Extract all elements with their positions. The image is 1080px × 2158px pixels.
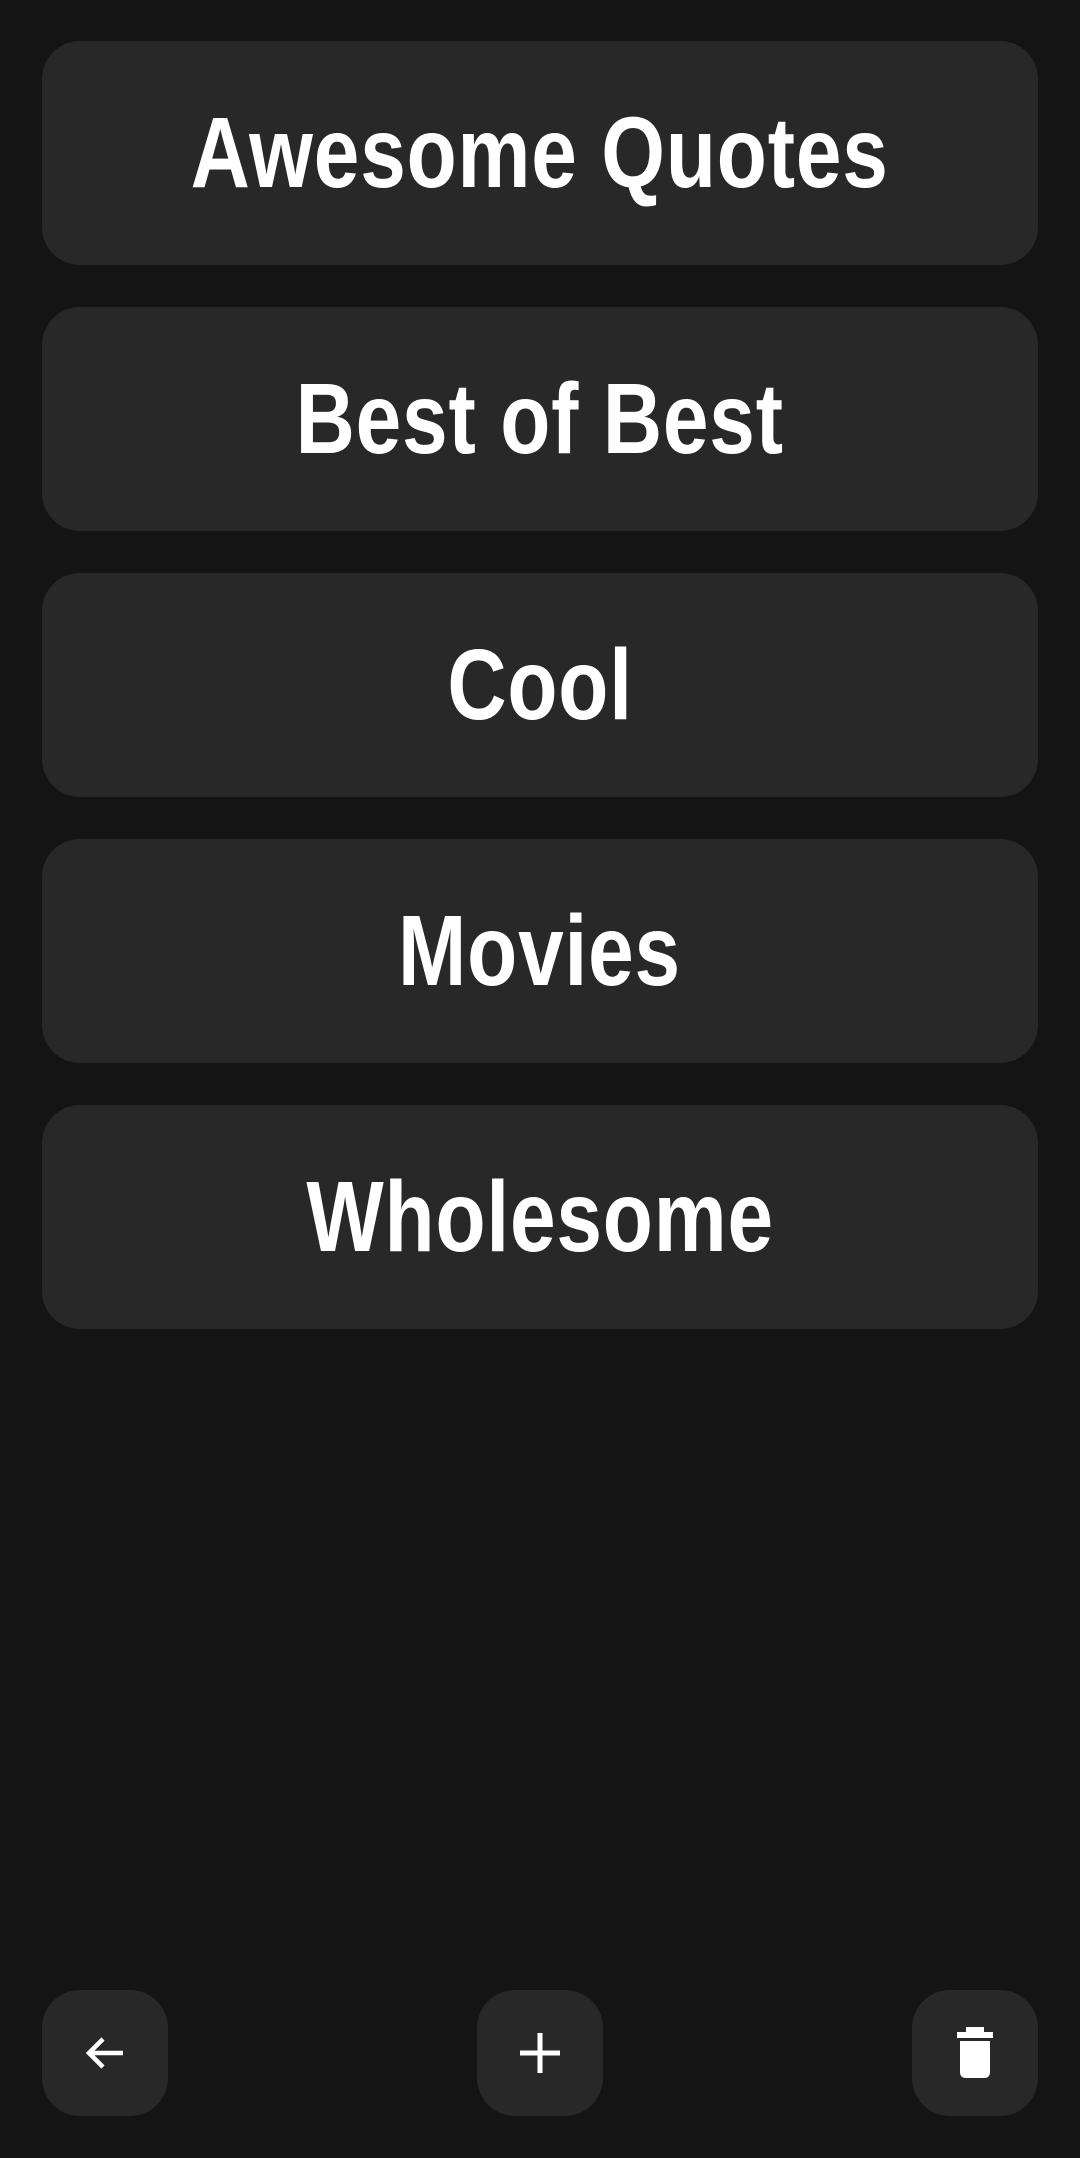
category-list: Awesome Quotes Best of Best Cool Movies … [42,41,1038,1371]
arrow-left-icon [81,2029,129,2077]
back-button[interactable] [42,1990,168,2116]
add-category-button[interactable] [477,1990,603,2116]
category-label: Wholesome [306,1161,774,1273]
delete-button[interactable] [912,1990,1038,2116]
category-item-movies[interactable]: Movies [42,839,1038,1063]
category-label: Best of Best [295,363,785,475]
category-label: Cool [447,629,633,741]
category-item-wholesome[interactable]: Wholesome [42,1105,1038,1329]
category-item-cool[interactable]: Cool [42,573,1038,797]
category-item-best-of-best[interactable]: Best of Best [42,307,1038,531]
category-label: Movies [398,895,682,1007]
category-label: Awesome Quotes [190,97,890,209]
category-item-awesome-quotes[interactable]: Awesome Quotes [42,41,1038,265]
trash-icon [955,2027,995,2079]
plus-icon [518,2031,562,2075]
